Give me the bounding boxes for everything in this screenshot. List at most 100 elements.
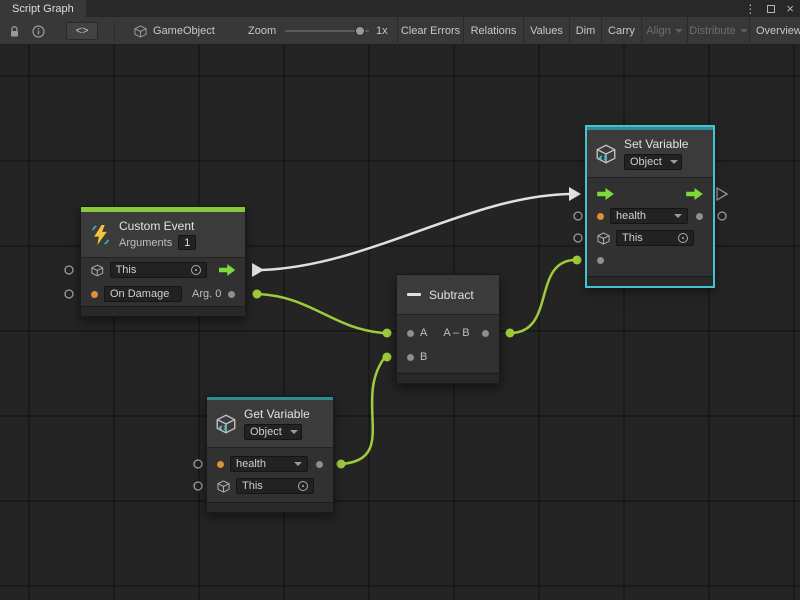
arguments-label: Arguments bbox=[119, 237, 172, 249]
set-variable-body: health This bbox=[587, 178, 713, 276]
input-b-port-icon[interactable] bbox=[407, 354, 414, 361]
node-title: Custom Event bbox=[119, 219, 196, 233]
close-icon[interactable]: × bbox=[786, 2, 794, 15]
variable-cube-icon bbox=[216, 414, 236, 434]
node-footer bbox=[81, 306, 245, 316]
target-picker-icon[interactable] bbox=[678, 233, 688, 243]
string-port-icon[interactable] bbox=[91, 291, 98, 298]
node-custom-event[interactable]: Custom Event Arguments 1 This bbox=[80, 206, 246, 317]
variable-target-row: This bbox=[587, 227, 713, 249]
chevron-down-icon bbox=[294, 462, 302, 466]
variable-kind-dropdown[interactable]: Object bbox=[624, 154, 682, 170]
node-footer bbox=[207, 502, 333, 512]
info-icon-glyph bbox=[32, 25, 45, 38]
port-getvariable-out[interactable] bbox=[337, 460, 346, 469]
port-setvariable-value-out[interactable] bbox=[718, 212, 726, 220]
variable-cube-icon bbox=[596, 144, 616, 164]
relations-button[interactable]: Relations bbox=[463, 17, 523, 45]
port-setvariable-target-in[interactable] bbox=[574, 234, 582, 242]
variable-kind-dropdown[interactable]: Object bbox=[244, 424, 302, 440]
input-a-port-icon[interactable] bbox=[407, 330, 414, 337]
port-setvariable-flow-out[interactable] bbox=[717, 188, 727, 200]
flow-arrow-out-icon[interactable] bbox=[686, 188, 703, 200]
chevron-down-icon bbox=[740, 29, 748, 33]
port-flow-out-customevent[interactable] bbox=[252, 263, 264, 277]
name-port-icon[interactable] bbox=[217, 461, 224, 468]
port-arg0-out[interactable] bbox=[253, 290, 262, 299]
flow-arrow-out-icon[interactable] bbox=[219, 264, 235, 276]
window-menu-icon[interactable]: ⋮ bbox=[744, 3, 756, 15]
graph-owner-field[interactable]: GameObject bbox=[134, 17, 215, 45]
edit-graph-button[interactable]: <> bbox=[66, 17, 98, 45]
event-name-field[interactable]: On Damage bbox=[104, 286, 182, 302]
carry-button[interactable]: Carry bbox=[601, 17, 641, 45]
port-subtract-out[interactable] bbox=[506, 329, 515, 338]
lock-icon-glyph bbox=[8, 25, 21, 38]
lock-icon[interactable] bbox=[8, 17, 21, 45]
align-button[interactable]: Align bbox=[641, 17, 687, 45]
name-port-icon[interactable] bbox=[597, 213, 604, 220]
variable-target-row: This bbox=[207, 475, 333, 497]
values-button[interactable]: Values bbox=[523, 17, 569, 45]
zoom-slider-track[interactable] bbox=[285, 30, 369, 32]
value-in-port-icon[interactable] bbox=[597, 257, 604, 264]
maximize-icon[interactable] bbox=[767, 5, 775, 13]
output-port-icon[interactable] bbox=[482, 330, 489, 337]
wire-flow-customevent-to-setvariable[interactable] bbox=[262, 194, 570, 270]
node-subtract[interactable]: Subtract A A – B B bbox=[396, 274, 500, 384]
clear-errors-button[interactable]: Clear Errors bbox=[397, 17, 463, 45]
graph-canvas[interactable]: Custom Event Arguments 1 This bbox=[0, 45, 800, 600]
arguments-count-input[interactable]: 1 bbox=[178, 235, 196, 250]
arg0-port-icon[interactable] bbox=[228, 291, 235, 298]
value-out-port-icon[interactable] bbox=[316, 461, 323, 468]
value-out-port-icon[interactable] bbox=[696, 213, 703, 220]
set-variable-header: Set Variable Object bbox=[587, 130, 713, 178]
variable-name-row: health bbox=[207, 453, 333, 475]
chevron-down-icon bbox=[674, 214, 682, 218]
wire-value-arg0-to-subtract-a[interactable] bbox=[257, 294, 384, 333]
port-setvariable-name-in[interactable] bbox=[574, 212, 582, 220]
port-getvariable-name-in[interactable] bbox=[194, 460, 202, 468]
port-flow-in-setvariable[interactable] bbox=[569, 187, 581, 201]
target-picker-icon[interactable] bbox=[298, 481, 308, 491]
target-object-field[interactable]: This bbox=[110, 262, 207, 278]
toolbar-buttons: Clear Errors Relations Values Dim Carry … bbox=[397, 17, 800, 45]
wire-value-subtract-to-setvariable[interactable] bbox=[510, 260, 574, 333]
tab-script-graph[interactable]: Script Graph bbox=[0, 0, 86, 17]
node-get-variable[interactable]: Get Variable Object health bbox=[206, 396, 334, 513]
info-icon[interactable] bbox=[32, 17, 45, 45]
chevron-down-icon bbox=[670, 160, 678, 164]
port-getvariable-target-in[interactable] bbox=[194, 482, 202, 490]
port-subtract-a-in[interactable] bbox=[383, 329, 392, 338]
dim-button[interactable]: Dim bbox=[569, 17, 601, 45]
cube-icon bbox=[597, 232, 610, 245]
zoom-slider-handle[interactable] bbox=[355, 26, 365, 36]
tab-bar: Script Graph ⋮ × bbox=[0, 0, 800, 17]
port-setvariable-value-in[interactable] bbox=[573, 256, 582, 265]
target-picker-icon[interactable] bbox=[191, 265, 201, 275]
variable-name-dropdown[interactable]: health bbox=[610, 208, 688, 224]
arg0-label: Arg. 0 bbox=[192, 288, 221, 300]
overview-button[interactable]: Overview bbox=[749, 17, 800, 45]
lightning-icon bbox=[90, 224, 111, 246]
wire-value-getvariable-to-subtract-b[interactable] bbox=[341, 357, 385, 464]
node-set-variable[interactable]: Set Variable Object bbox=[586, 126, 714, 287]
target-object-field[interactable]: This bbox=[616, 230, 694, 246]
input-b-label: B bbox=[420, 351, 427, 363]
distribute-button[interactable]: Distribute bbox=[687, 17, 749, 45]
flow-row bbox=[587, 183, 713, 205]
port-customevent-target-in[interactable] bbox=[65, 266, 73, 274]
output-label: A – B bbox=[443, 327, 469, 339]
zoom-label: Zoom bbox=[248, 17, 276, 45]
gameobject-cube-icon bbox=[134, 25, 147, 38]
variable-name-dropdown[interactable]: health bbox=[230, 456, 308, 472]
chevron-down-icon bbox=[675, 29, 683, 33]
subtract-row-b: B bbox=[397, 345, 499, 369]
flow-arrow-in-icon[interactable] bbox=[597, 188, 614, 200]
custom-event-name-row: On Damage Arg. 0 bbox=[81, 282, 245, 306]
port-subtract-b-in[interactable] bbox=[383, 353, 392, 362]
zoom-slider[interactable] bbox=[285, 17, 369, 45]
target-object-field[interactable]: This bbox=[236, 478, 314, 494]
custom-event-target-row: This bbox=[81, 258, 245, 282]
port-customevent-name-in[interactable] bbox=[65, 290, 73, 298]
